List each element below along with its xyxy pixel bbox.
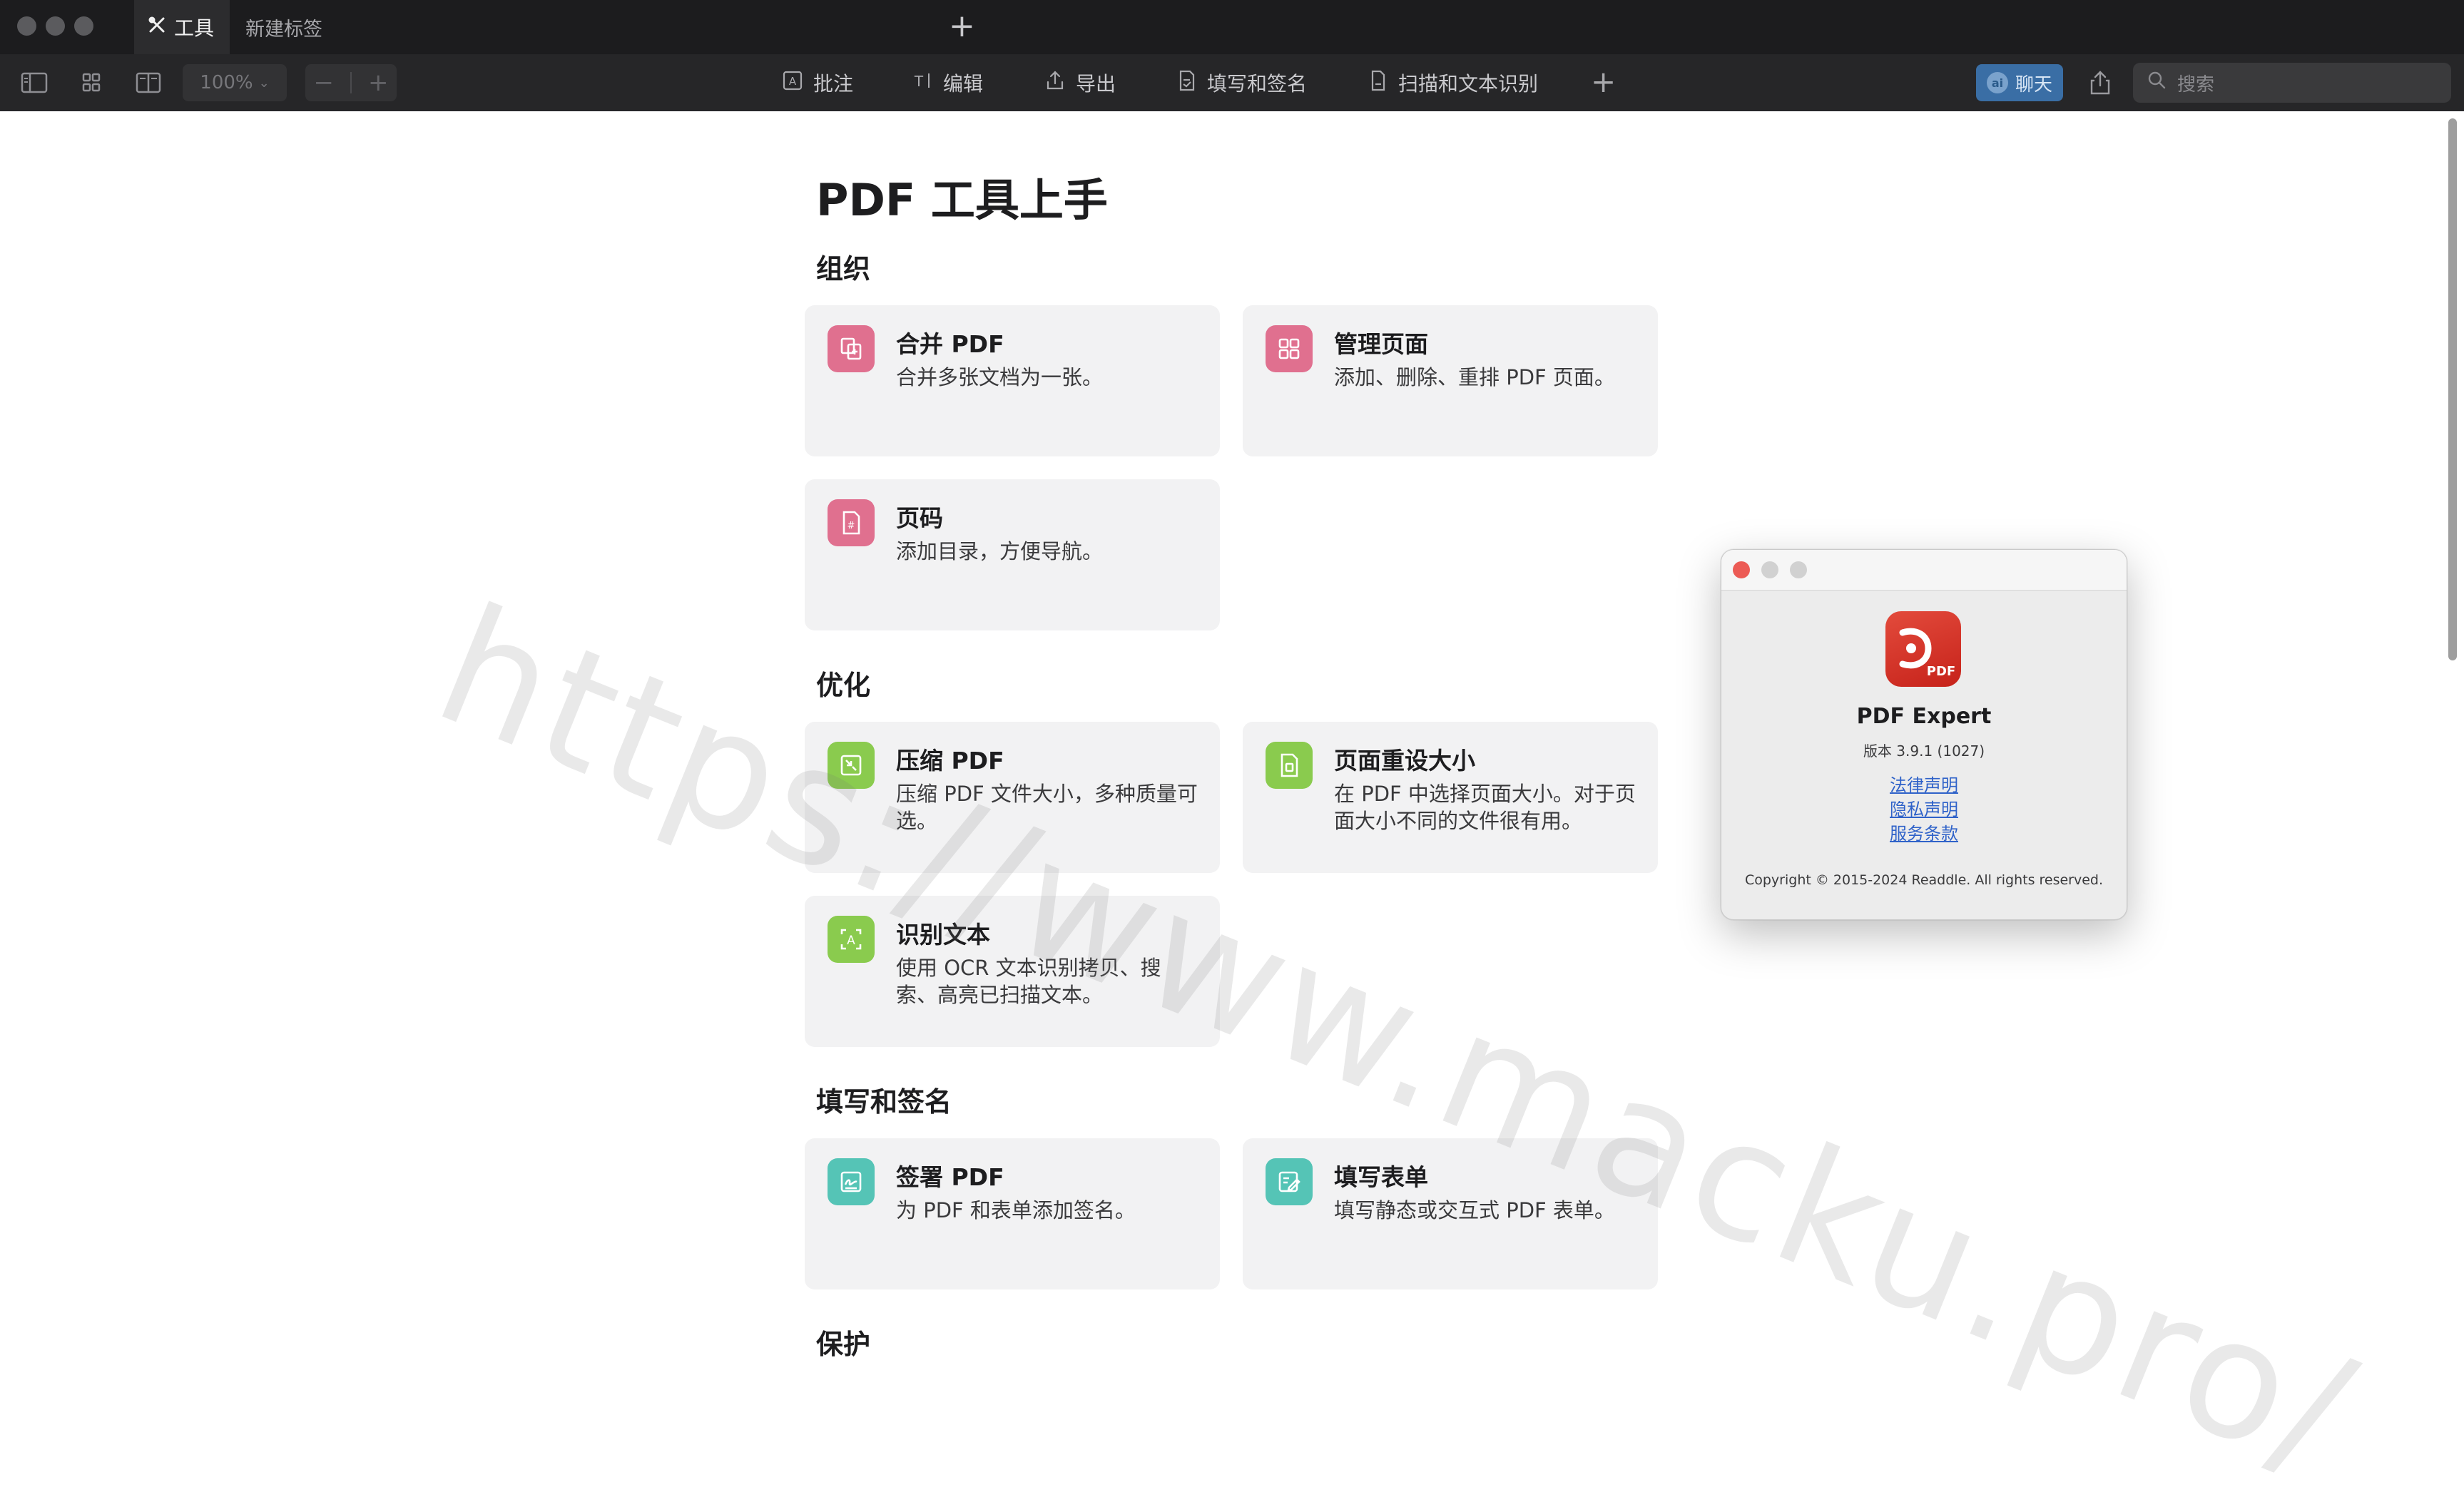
dialog-title-bar: [1721, 550, 2127, 591]
window-zoom-button[interactable]: [74, 16, 93, 36]
fill-sign-icon: [1176, 69, 1197, 97]
share-icon[interactable]: [2087, 68, 2113, 97]
chat-bubble-icon: ai: [1986, 72, 2008, 93]
signature-icon: [828, 1158, 875, 1205]
svg-text:A: A: [789, 75, 797, 88]
dialog-close-button[interactable]: [1733, 561, 1750, 578]
tool-export[interactable]: 导出: [1044, 70, 1116, 96]
dialog-minimize-button: [1761, 561, 1778, 578]
section-title-fill-sign: 填写和签名: [816, 1086, 952, 1118]
card-description: 在 PDF 中选择页面大小。对于页面大小不同的文件很有用。: [1334, 782, 1636, 833]
chat-button[interactable]: ai 聊天: [1976, 64, 2063, 101]
scan-icon: [1367, 69, 1388, 97]
search-icon: [2146, 69, 2169, 97]
divider: [350, 72, 352, 93]
section-title-optimize: 优化: [816, 670, 871, 701]
card-manage-pages[interactable]: 管理页面 添加、删除、重排 PDF 页面。: [1243, 305, 1658, 456]
card-title: 页面重设大小: [1334, 747, 1475, 775]
page-number-icon: #: [828, 499, 875, 546]
card-resize-page[interactable]: 页面重设大小 在 PDF 中选择页面大小。对于页面大小不同的文件很有用。: [1243, 722, 1658, 873]
zoom-out-icon[interactable]: −: [314, 68, 335, 97]
page-title: PDF 工具上手: [816, 174, 1108, 226]
app-name: PDF Expert: [1856, 704, 1992, 729]
tool-fill-sign[interactable]: 填写和签名: [1176, 70, 1307, 96]
search-input[interactable]: 搜索: [2133, 63, 2451, 103]
merge-icon: [828, 325, 875, 372]
tool-label: 扫描和文本识别: [1398, 72, 1539, 96]
card-sign-pdf[interactable]: 签署 PDF 为 PDF 和表单添加签名。: [805, 1138, 1220, 1289]
window-close-button[interactable]: [17, 16, 36, 36]
search-placeholder: 搜索: [2177, 73, 2215, 96]
card-description: 添加、删除、重排 PDF 页面。: [1334, 365, 1615, 389]
tool-label: 导出: [1076, 72, 1116, 96]
tool-label: 批注: [813, 72, 854, 96]
card-description: 为 PDF 和表单添加签名。: [896, 1198, 1136, 1222]
form-fill-icon: [1266, 1158, 1313, 1205]
tool-label: 编辑: [943, 72, 984, 96]
grid-pages-icon: [1266, 325, 1313, 372]
svg-text:#: #: [847, 521, 855, 531]
chat-label: 聊天: [2015, 73, 2052, 96]
tool-edit[interactable]: T 编辑: [912, 70, 983, 96]
zoom-value: 100%: [200, 72, 253, 93]
add-tool-icon[interactable]: +: [1591, 64, 1616, 100]
card-title: 签署 PDF: [896, 1163, 1004, 1191]
zoom-stepper: − +: [305, 64, 397, 101]
section-title-protect: 保护: [816, 1329, 871, 1360]
window-title-bar: 工具 新建标签 +: [0, 0, 2464, 54]
tab-label: 工具: [174, 16, 215, 40]
zoom-select[interactable]: 100% ⌄: [183, 64, 287, 101]
main-toolbar: 100% ⌄ − + A 批注 T 编辑 导出 填写和签名 扫描和文本识别 + …: [0, 54, 2464, 112]
export-icon: [1044, 69, 1066, 97]
card-title: 页码: [896, 504, 943, 532]
about-dialog: PDF PDF Expert 版本 3.9.1 (1027) 法律声明 隐私声明…: [1721, 549, 2127, 920]
annotate-icon: A: [782, 69, 803, 97]
copyright-text: Copyright © 2015-2024 Readdle. All right…: [1744, 872, 2104, 888]
dialog-zoom-button: [1790, 561, 1807, 578]
chevron-down-icon: ⌄: [258, 75, 270, 91]
app-version: 版本 3.9.1 (1027): [1863, 742, 1985, 760]
tab-new[interactable]: 新建标签: [245, 0, 322, 54]
terms-of-service-link[interactable]: 服务条款: [1721, 819, 2127, 844]
tool-scan-ocr[interactable]: 扫描和文本识别: [1367, 70, 1538, 96]
logo-text: PDF: [1927, 664, 1955, 679]
tools-icon: [147, 15, 167, 40]
sidebar-toggle-icon[interactable]: [20, 70, 49, 96]
window-minimize-button[interactable]: [46, 16, 65, 36]
tab-label: 新建标签: [245, 18, 322, 41]
page-layout-icon[interactable]: [134, 70, 163, 96]
tool-annotate[interactable]: A 批注: [782, 70, 853, 96]
svg-text:A: A: [847, 934, 855, 948]
legal-notice-link[interactable]: 法律声明: [1721, 771, 2127, 796]
card-title: 合并 PDF: [896, 330, 1004, 358]
new-tab-icon[interactable]: +: [949, 9, 975, 44]
zoom-in-icon[interactable]: +: [368, 68, 389, 97]
card-title: 填写表单: [1334, 1163, 1428, 1191]
edit-text-icon: T: [912, 69, 933, 97]
vertical-scrollbar[interactable]: [2448, 118, 2457, 660]
tool-label: 填写和签名: [1207, 72, 1308, 96]
card-title: 管理页面: [1334, 330, 1428, 358]
privacy-notice-link[interactable]: 隐私声明: [1721, 795, 2127, 820]
card-description: 添加目录，方便导航。: [896, 539, 1104, 563]
card-page-numbers[interactable]: # 页码 添加目录，方便导航。: [805, 479, 1220, 630]
pdf-expert-logo-icon: PDF: [1885, 611, 1961, 687]
thumbnails-grid-icon[interactable]: [77, 70, 106, 96]
card-merge-pdf[interactable]: 合并 PDF 合并多张文档为一张。: [805, 305, 1220, 456]
svg-text:T: T: [914, 73, 924, 90]
tab-tools[interactable]: 工具: [134, 0, 230, 54]
card-description: 合并多张文档为一张。: [896, 365, 1104, 389]
section-title-organize: 组织: [816, 253, 871, 285]
resize-page-icon: [1266, 742, 1313, 789]
